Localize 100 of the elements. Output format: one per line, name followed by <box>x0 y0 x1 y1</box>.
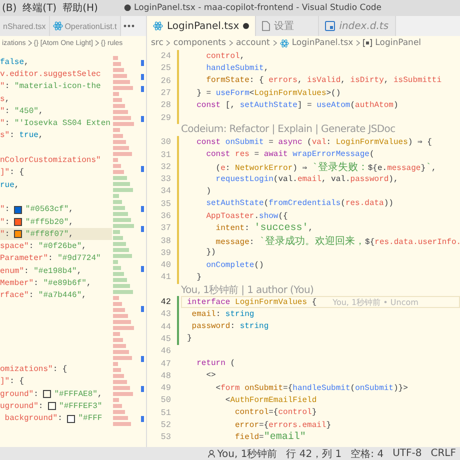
line-number: 52 <box>160 420 171 430</box>
window-title: ● LoginPanel.tsx - maa-copilot-frontend - Visual Studio Code <box>124 3 382 13</box>
atom-icon <box>153 21 163 31</box>
code-line: return ( <box>196 359 236 368</box>
editor-tab[interactable]: OperationList.t <box>50 16 121 36</box>
menu-item[interactable]: 终端(T) <box>22 1 57 15</box>
editor-tab[interactable]: LoginPanel.tsx <box>147 16 256 36</box>
color-swatch-icon[interactable] <box>14 218 22 226</box>
code-line: omizations": { <box>0 365 68 374</box>
line-number: 47 <box>160 358 171 369</box>
code-line: <> <box>205 371 216 380</box>
chevron-icon <box>272 40 277 46</box>
line-number: 41 <box>160 272 171 282</box>
code-line: ": <box>0 205 11 214</box>
code-lens[interactable]: You, 1秒钟前 | 1 author (You) <box>181 282 314 297</box>
editor-tab[interactable]: nShared.tsx <box>0 16 50 36</box>
line-number: 28 <box>160 100 171 110</box>
code-line: }) <box>205 248 216 258</box>
color-swatch-icon[interactable] <box>48 402 56 410</box>
line-number: 24 <box>160 51 171 62</box>
code-line: } <box>196 272 202 282</box>
line-number: 32 <box>160 162 171 172</box>
line-number: 37 <box>160 223 171 234</box>
code-line: interface LoginFormValues { <box>187 298 317 307</box>
code-line: "#0563cf", <box>25 205 74 214</box>
code-line: s, <box>0 94 10 104</box>
file-icon <box>262 21 270 31</box>
code-line: Member": "#e89b6f", <box>0 278 92 288</box>
code-line: AppToaster.show({ <box>205 212 288 220</box>
chevron-icon <box>356 40 360 46</box>
code-line: const res = await wrapErrorMessage( <box>205 150 374 160</box>
code-line: ": "450", <box>0 106 44 116</box>
file-type-icon <box>325 21 336 31</box>
menu-item[interactable]: 帮助(H) <box>62 1 98 15</box>
code-line: const [, setAuthState] = useAtom(authAtom) <box>196 100 398 110</box>
code-line: ]": { <box>0 377 24 386</box>
line-number: 45 <box>160 334 171 344</box>
code-line: s": true, <box>0 131 44 140</box>
line-number: 38 <box>160 236 171 246</box>
breadcrumb-item[interactable]: LoginPanel <box>375 38 422 48</box>
color-swatch-icon[interactable] <box>43 390 52 398</box>
code-line: rue, <box>0 180 20 190</box>
menu-item[interactable]: (B) <box>2 2 17 14</box>
code-line: email: string <box>190 310 254 319</box>
code-line: enum": "#e198b4", <box>0 266 82 276</box>
line-number: 53 <box>160 432 171 442</box>
code-line: v.editor.suggestSelec <box>0 70 101 79</box>
code-line: ground": <box>0 390 40 399</box>
line-number: 44 <box>160 322 171 332</box>
more-actions-icon[interactable] <box>122 24 135 28</box>
code-line: requestLogin(val.email, val.password), <box>214 174 398 184</box>
code-line: nColorCustomizations" <box>0 156 101 166</box>
code-line: false, <box>0 58 29 67</box>
code-line: ": <box>0 230 11 239</box>
code-line: "#ff8f07", <box>25 230 74 239</box>
editor-tab[interactable]: index.d.ts <box>319 16 396 36</box>
encoding-status[interactable]: UTF-8 <box>392 448 422 459</box>
line-ending-status[interactable]: CRLF <box>430 448 456 459</box>
code-line: control, <box>205 52 245 61</box>
cursor-position[interactable]: 行 42，列 1 <box>286 446 342 460</box>
line-number: 34 <box>160 186 171 196</box>
symbol-icon <box>363 39 372 47</box>
color-swatch-icon[interactable] <box>14 230 22 238</box>
color-swatch-icon[interactable] <box>14 206 22 214</box>
code-line: <form onSubmit={handleSubmit(onSubmit)}> <box>214 384 408 393</box>
code-line: handleSubmit, <box>205 64 269 73</box>
line-number: 30 <box>160 137 171 148</box>
code-line: "#FFFEF3" <box>59 402 102 411</box>
chevron-icon <box>28 40 32 46</box>
blame-status[interactable]: You, 1秒钟前 <box>208 446 278 460</box>
breadcrumb-item[interactable]: components <box>173 38 226 48</box>
code-line: "#ff5b20", <box>25 218 74 226</box>
chevron-icon <box>166 40 170 46</box>
status-text: You, 1秒钟前 <box>217 448 278 460</box>
editor-tab[interactable]: 设置 <box>256 16 320 36</box>
color-swatch-icon[interactable] <box>67 414 76 423</box>
code-line: "#FFF <box>78 414 102 424</box>
code-line: control={control} <box>234 408 317 418</box>
line-number: 50 <box>160 395 171 406</box>
line-number: 36 <box>160 211 171 221</box>
line-number: 26 <box>160 76 171 86</box>
code-line: uground": <box>0 402 44 411</box>
line-number: 39 <box>160 248 171 258</box>
person-icon <box>208 450 216 458</box>
breadcrumb-item[interactable]: src <box>151 38 164 48</box>
code-line: ": <box>0 218 11 226</box>
code-line: const onSubmit = async (val: LoginFormValues) ⇒ { <box>196 137 432 148</box>
code-line: Parameter": "#9d7724" <box>0 254 101 264</box>
indentation-status[interactable]: 空格: 4 <box>350 446 384 460</box>
chevron-icon <box>228 40 233 46</box>
code-line: background": <box>4 414 64 424</box>
code-lens[interactable]: Codeium: Refactor | Explain | Generate JSDoc <box>181 124 396 136</box>
code-line: error={errors.email} <box>234 420 332 430</box>
code-line: field="email" <box>234 432 306 443</box>
code-line: ) <box>205 186 212 196</box>
breadcrumb-item[interactable]: account <box>236 38 270 48</box>
git-blame-text: You, 1秒钟前 • Uncom <box>332 296 418 308</box>
breadcrumb-item[interactable]: LoginPanel.tsx <box>292 38 354 48</box>
line-number: 43 <box>160 309 171 320</box>
code-line: password: string <box>190 322 269 332</box>
